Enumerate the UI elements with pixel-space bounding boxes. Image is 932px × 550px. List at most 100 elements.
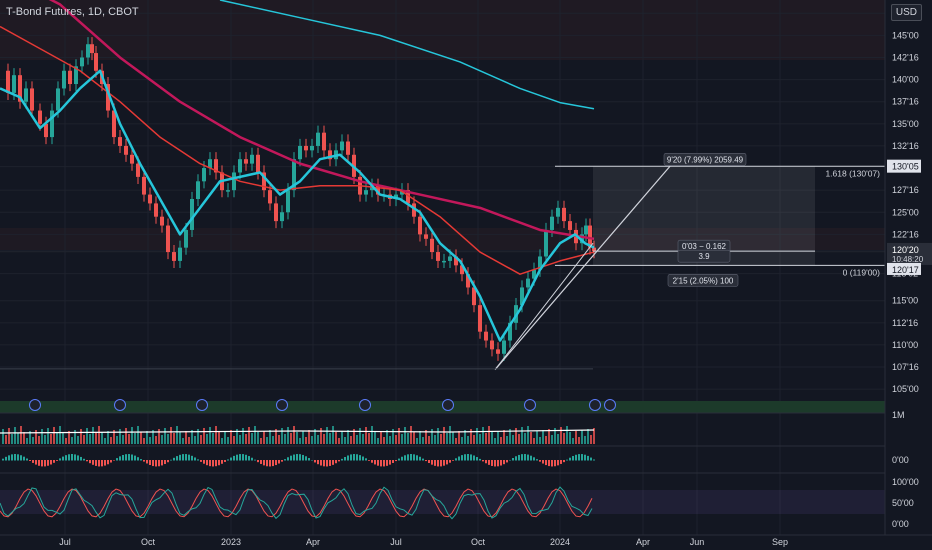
oscillator-bar (254, 459, 256, 461)
volume-axis-label: 1M (892, 410, 905, 420)
oscillator-bar (119, 456, 121, 461)
volume-bar (44, 435, 46, 444)
oscillator-bar (80, 456, 82, 461)
rsi-axis-label: 50'00 (892, 498, 914, 508)
volume-bar (434, 435, 436, 444)
oscillator-bar (104, 460, 106, 466)
rsi-axis-label: 0'00 (892, 519, 909, 529)
volume-bar (80, 429, 82, 444)
candle-body (94, 53, 98, 71)
volume-bar (269, 430, 271, 444)
candle-body (30, 88, 34, 111)
oscillator-bar (17, 454, 19, 461)
volume-bar (320, 428, 322, 444)
volume-bar (38, 436, 40, 444)
oscillator-bar (374, 460, 376, 465)
close-price-label: 120'17 (892, 265, 919, 275)
event-marker (442, 399, 454, 411)
volume-bar (569, 432, 571, 444)
volume-bar (71, 437, 73, 444)
oscillator-bar (200, 460, 202, 462)
volume-bar (11, 434, 13, 444)
oscillator-bar (191, 455, 193, 461)
oscillator-bar (86, 460, 88, 462)
volume-bar (371, 426, 373, 444)
oscillator-bar (449, 460, 451, 463)
oscillator-bar (395, 460, 397, 462)
oscillator-bar (431, 460, 433, 465)
oscillator-bar (110, 460, 112, 463)
oscillator-bar (215, 460, 217, 467)
candle-body (38, 110, 42, 124)
volume-bar (155, 436, 157, 444)
volume-bar (95, 433, 97, 444)
volume-bar (59, 426, 61, 444)
volume-bar (131, 427, 133, 444)
price-tick: 110'00 (892, 340, 918, 350)
oscillator-bar (488, 460, 490, 465)
volume-bar (263, 431, 265, 444)
volume-bar (278, 435, 280, 444)
volume-bar (56, 433, 58, 444)
oscillator-bar (350, 454, 352, 461)
candle-body (274, 203, 278, 222)
candle-body (190, 199, 194, 230)
rsi-axis-label: 100'00 (892, 477, 919, 487)
volume-bar (308, 430, 310, 444)
volume-bar (431, 429, 433, 444)
volume-bar (326, 427, 328, 444)
volume-bar (458, 431, 460, 444)
candle-body (56, 88, 60, 111)
volume-bar (218, 432, 220, 444)
volume-bar (26, 438, 28, 444)
oscillator-bar (569, 457, 571, 461)
candle-body (568, 221, 572, 230)
volume-bar (176, 426, 178, 444)
oscillator-bar (122, 454, 124, 461)
oscillator-bar (311, 459, 313, 461)
candle-body (316, 132, 320, 146)
oscillator-bar (491, 460, 493, 466)
measure-mid-label: 0'03 − 0.162 (682, 242, 727, 251)
candle-body (244, 159, 248, 164)
volume-bar (563, 433, 565, 444)
volume-bar (290, 433, 292, 444)
volume-bar (380, 431, 382, 444)
oscillator-bar (101, 460, 103, 467)
oscillator-bar (143, 460, 145, 462)
volume-bar (461, 437, 463, 444)
currency-button[interactable]: USD (890, 4, 922, 21)
oscillator-bar (404, 455, 406, 461)
volume-bar (413, 432, 415, 444)
oscillator-bar (242, 454, 244, 461)
volume-bar (512, 435, 514, 444)
oscillator-bar (524, 454, 526, 461)
price-tick: 125'00 (892, 207, 919, 217)
volume-bar (182, 438, 184, 444)
candle-body (298, 145, 302, 160)
time-tick: Jul (59, 537, 71, 547)
oscillator-bar (65, 455, 67, 461)
oscillator-bar (545, 460, 547, 466)
oscillator-bar (209, 460, 211, 467)
volume-bar (452, 432, 454, 444)
candle-body (526, 278, 530, 288)
oscillator-bar (515, 456, 517, 461)
candle-body (124, 145, 128, 155)
oscillator-bar (50, 460, 52, 465)
volume-bar (578, 437, 580, 444)
oscillator-bar (566, 459, 568, 461)
oscillator-bar (407, 454, 409, 461)
oscillator-bar (296, 454, 298, 461)
oscillator-bar (470, 454, 472, 461)
volume-bar (53, 427, 55, 444)
candle-body (442, 260, 446, 263)
oscillator-bar (287, 457, 289, 461)
chart-canvas[interactable]: 9'20 (7.99%) 2059.49 0'03 − 0.1623.9 2'15 … (0, 0, 932, 550)
candle-body (12, 75, 16, 93)
volume-bar (560, 427, 562, 444)
oscillator-bar (5, 456, 7, 461)
oscillator-bar (272, 460, 274, 467)
oscillator-bar (455, 458, 457, 461)
volume-bar (158, 429, 160, 444)
